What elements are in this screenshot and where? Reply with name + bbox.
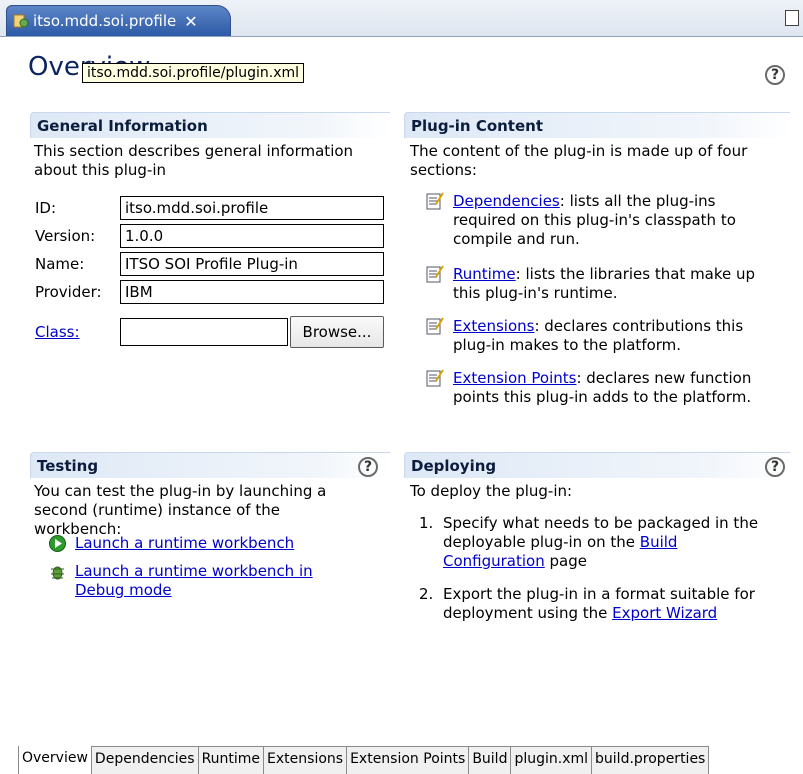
- runtime-link[interactable]: Runtime: [453, 265, 516, 283]
- deploy-step-1: 1. Specify what needs to be packaged in …: [419, 514, 779, 571]
- section-heading: Plug-in Content: [404, 112, 790, 138]
- help-icon[interactable]: ?: [765, 65, 785, 85]
- section-description: This section describes general informati…: [34, 142, 354, 179]
- section-description: To deploy the plug-in:: [410, 482, 573, 500]
- content-item-runtime: Runtime: lists the libraries that make u…: [426, 265, 776, 303]
- editor-tab[interactable]: itso.mdd.soi.profile ✕: [6, 5, 231, 36]
- class-row: Class: Browse...: [35, 316, 384, 348]
- tab-runtime[interactable]: Runtime: [198, 747, 265, 774]
- name-row: Name:: [35, 252, 384, 276]
- provider-field[interactable]: [120, 280, 384, 304]
- tab-overview[interactable]: Overview: [18, 746, 92, 774]
- run-icon: [49, 535, 66, 552]
- extensions-link[interactable]: Extensions: [453, 317, 534, 335]
- step-number: 2.: [419, 585, 434, 603]
- browse-button[interactable]: Browse...: [290, 316, 384, 348]
- debug-bug-icon: [51, 566, 64, 580]
- editor-page-tabs: Overview Dependencies Runtime Extensions…: [18, 746, 710, 774]
- step-tail: page: [544, 552, 587, 570]
- page-edit-icon: [426, 192, 444, 210]
- tab-build-properties[interactable]: build.properties: [592, 747, 710, 774]
- launch-runtime-workbench-link[interactable]: Launch a runtime workbench: [75, 534, 294, 553]
- editor-tab-bar: itso.mdd.soi.profile ✕: [0, 0, 803, 37]
- launch-debug-item: Launch a runtime workbench in Debug mode: [48, 562, 348, 600]
- tab-dependencies[interactable]: Dependencies: [91, 747, 199, 774]
- provider-label: Provider:: [35, 283, 102, 301]
- page-edit-icon: [426, 369, 444, 387]
- page-edit-icon: [426, 265, 444, 283]
- content-item-extensions: Extensions: declares contributions this …: [426, 317, 776, 355]
- content-item-dependencies: Dependencies: lists all the plug-ins req…: [426, 192, 776, 249]
- version-row: Version:: [35, 224, 384, 248]
- id-row: ID:: [35, 196, 384, 220]
- name-field[interactable]: [120, 252, 384, 276]
- tab-plugin-xml[interactable]: plugin.xml: [511, 747, 593, 774]
- launch-debug-workbench-link[interactable]: Launch a runtime workbench in Debug mode: [75, 562, 348, 600]
- section-heading: Testing: [30, 452, 390, 478]
- testing-help-icon[interactable]: ?: [358, 457, 378, 477]
- close-icon[interactable]: ✕: [184, 12, 197, 31]
- tooltip: itso.mdd.soi.profile/plugin.xml: [82, 63, 305, 83]
- dependencies-link[interactable]: Dependencies: [453, 192, 560, 210]
- page-edit-icon: [426, 317, 444, 335]
- step-text: Specify what needs to be packaged in the…: [443, 514, 759, 551]
- class-link[interactable]: Class:: [35, 323, 120, 341]
- section-heading: Deploying: [404, 452, 790, 478]
- tab-extensions[interactable]: Extensions: [264, 747, 348, 774]
- deploy-step-2: 2. Export the plug-in in a format suitab…: [419, 585, 779, 623]
- maximize-icon[interactable]: [785, 10, 799, 26]
- editor-tab-title: itso.mdd.soi.profile: [33, 12, 177, 30]
- section-heading: General Information: [30, 112, 390, 138]
- deploying-help-icon[interactable]: ?: [765, 457, 785, 477]
- step-number: 1.: [419, 514, 434, 532]
- provider-row: Provider:: [35, 280, 384, 304]
- extension-points-link[interactable]: Extension Points: [453, 369, 576, 387]
- general-information-section: General Information This section describ…: [30, 112, 390, 362]
- tab-build[interactable]: Build: [469, 747, 512, 774]
- content-item-extension-points: Extension Points: declares new function …: [426, 369, 776, 407]
- id-field[interactable]: [120, 196, 384, 220]
- deploying-section: Deploying To deploy the plug-in: 1. Spec…: [404, 452, 790, 652]
- plugin-manifest-icon: [13, 14, 29, 28]
- section-description: The content of the plug-in is made up of…: [410, 142, 748, 179]
- section-description: You can test the plug-in by launching a …: [34, 482, 327, 538]
- tab-extension-points[interactable]: Extension Points: [347, 747, 470, 774]
- plugin-content-section: Plug-in Content The content of the plug-…: [404, 112, 790, 412]
- name-label: Name:: [35, 255, 85, 273]
- class-field[interactable]: [120, 318, 288, 346]
- launch-run-item: Launch a runtime workbench: [48, 534, 294, 553]
- version-field[interactable]: [120, 224, 384, 248]
- export-wizard-link[interactable]: Export Wizard: [612, 604, 717, 622]
- id-label: ID:: [35, 199, 57, 217]
- testing-section: Testing You can test the plug-in by laun…: [30, 452, 390, 612]
- version-label: Version:: [35, 227, 96, 245]
